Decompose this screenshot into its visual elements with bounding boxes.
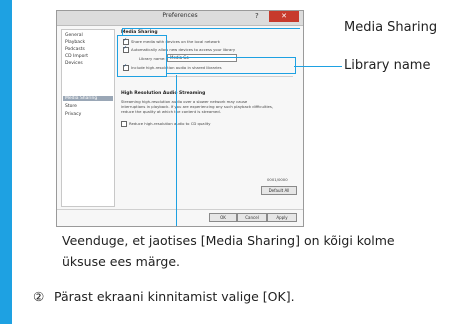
hires-text-3: reduce the quality at which the content … (121, 109, 221, 114)
reduce-quality-checkbox[interactable] (121, 121, 127, 127)
media-sharing-callout: Media Sharing (344, 20, 438, 35)
default-all-button[interactable]: Default All (261, 186, 297, 195)
counter-text: 0001/0000 (267, 177, 288, 182)
sidebar-item-playback[interactable]: Playback (65, 40, 85, 45)
sidebar-item-store[interactable]: Store (65, 104, 77, 109)
sidebar-item-devices[interactable]: Devices (65, 61, 83, 66)
cancel-button[interactable]: Cancel (237, 213, 267, 222)
dialog-title: Preferences (162, 12, 198, 19)
instruction-line-2: üksuse ees märge. (62, 254, 180, 269)
step-number: ② (33, 289, 45, 304)
preferences-dialog: Preferences ? ✕ General Playback Podcast… (56, 10, 304, 227)
sidebar-item-podcasts[interactable]: Podcasts (65, 47, 85, 52)
media-sharing-callout-line-v (122, 28, 124, 36)
media-sharing-callout-line-h (122, 28, 300, 30)
bottom-callout-line (176, 75, 178, 226)
sidebar-item-general[interactable]: General (65, 33, 83, 38)
close-button[interactable]: ✕ (269, 11, 299, 22)
hires-heading: High Resolution Audio Streaming (121, 91, 206, 96)
ok-button[interactable]: OK (209, 213, 237, 222)
instruction-line-1: Veenduge, et jaotises [Media Sharing] on… (62, 233, 395, 248)
sidebar-item-privacy[interactable]: Privacy (65, 112, 81, 117)
sidebar-item-cd-import[interactable]: CD Import (65, 54, 88, 59)
preferences-sidebar: General Playback Podcasts CD Import Devi… (61, 29, 115, 207)
footer-divider (57, 209, 303, 210)
sidebar-item-media-sharing[interactable]: Media Sharing (63, 96, 113, 101)
library-name-highlight (166, 57, 296, 74)
side-accent-stripe (0, 0, 12, 324)
reduce-quality-label: Reduce high-resolution audio to CD quali… (129, 121, 211, 126)
library-name-callout: Library name (344, 58, 431, 73)
help-icon[interactable]: ? (255, 12, 259, 20)
apply-button[interactable]: Apply (267, 213, 297, 222)
library-name-callout-line (294, 66, 342, 68)
checkbox-highlight (117, 35, 167, 77)
step-text: Pärast ekraani kinnitamist valige [OK]. (54, 289, 295, 304)
